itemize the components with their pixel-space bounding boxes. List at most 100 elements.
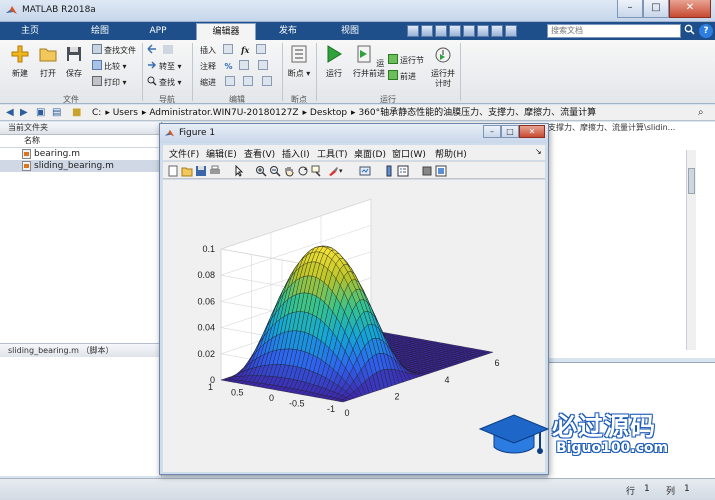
up-folder-icon[interactable]: ▣ — [36, 107, 45, 119]
save-figure-icon[interactable] — [195, 165, 207, 177]
x-tick-label: 4 — [444, 375, 449, 385]
forward-arrow-icon[interactable]: ▶ — [20, 107, 28, 119]
data-cursor-icon[interactable] — [311, 165, 323, 177]
copy-icon[interactable] — [435, 25, 447, 37]
compare-button[interactable]: 比较 ▾ — [92, 60, 127, 73]
path-segment[interactable]: 360°轴承静态性能的油膜压力、支撑力、摩擦力、流量计算 — [358, 108, 596, 118]
browse-folder-icon[interactable]: ▤ — [52, 107, 61, 119]
group-label-navigate: 导航 — [159, 95, 175, 104]
tab-plots[interactable]: 绘图 — [78, 23, 122, 40]
indent-button[interactable]: 缩进 — [200, 76, 274, 89]
tab-home[interactable]: 主页 — [8, 23, 52, 40]
run-and-time-button[interactable]: 运行并计时 — [428, 44, 458, 89]
search-documentation-input[interactable]: 搜索文档 — [547, 24, 681, 38]
redo-icon[interactable] — [477, 25, 489, 37]
print-button[interactable]: 打印 ▾ — [92, 76, 127, 89]
save-label: 保存 — [66, 69, 82, 78]
path-segment[interactable]: Desktop — [310, 108, 347, 118]
save-button[interactable]: 保存 — [62, 44, 86, 79]
open-file-icon[interactable] — [181, 165, 193, 177]
run-button[interactable]: 运行 — [321, 44, 347, 79]
path-segment[interactable]: C: — [92, 108, 101, 118]
path-breadcrumb[interactable]: C: ▸ Users ▸ Administrator.WIN7U-20180127Z… — [92, 107, 600, 119]
search-icon[interactable] — [684, 24, 697, 38]
menu-window[interactable]: 窗口(W) — [392, 147, 426, 160]
show-plot-tools-icon[interactable] — [435, 165, 447, 177]
menu-tools[interactable]: 工具(T) — [317, 147, 348, 160]
find-files-button[interactable]: 查找文件 — [92, 44, 136, 57]
tab-publish[interactable]: 发布 — [264, 23, 312, 40]
insert-button[interactable]: 插入 fx — [200, 44, 268, 57]
run-section-button[interactable]: 运行节 — [388, 54, 424, 67]
new-label: 新建 — [12, 69, 28, 78]
figure-minimize-button[interactable]: – — [483, 125, 501, 138]
figure-maximize-button[interactable]: □ — [501, 125, 519, 138]
advance-button[interactable]: 前进 — [388, 70, 416, 83]
file-row[interactable]: bearing.m — [0, 148, 161, 160]
find-button[interactable]: 查找 ▾ — [147, 76, 182, 89]
menu-desktop[interactable]: 桌面(D) — [354, 147, 386, 160]
goto-arrow-icon — [148, 61, 157, 69]
tab-apps[interactable]: APP — [136, 23, 180, 40]
y-tick-label: 0 — [269, 393, 274, 403]
link-plot-icon[interactable] — [359, 165, 371, 177]
path-search-icon[interactable]: ⌕ — [698, 107, 704, 119]
open-button[interactable]: 打开 — [36, 44, 60, 79]
figure-close-button[interactable]: ✕ — [519, 125, 545, 138]
paste-icon[interactable] — [449, 25, 461, 37]
cut-icon[interactable] — [421, 25, 433, 37]
menu-edit[interactable]: 编辑(E) — [206, 147, 237, 160]
scrollbar-thumb[interactable] — [688, 168, 695, 194]
file-name: sliding_bearing.m — [34, 161, 114, 171]
tab-editor[interactable]: 编辑器 — [196, 23, 256, 40]
hide-plot-tools-icon[interactable] — [421, 165, 433, 177]
group-label-breakpoints: 断点 — [291, 95, 307, 104]
matlab-logo-icon — [6, 6, 17, 14]
graduation-cap-logo — [478, 414, 550, 454]
back-forward-button[interactable] — [147, 44, 175, 57]
run-and-advance-button[interactable]: 运行并前进 — [352, 44, 386, 79]
menu-view[interactable]: 查看(V) — [244, 147, 275, 160]
editor-scrollbar[interactable] — [686, 150, 696, 350]
maximize-button[interactable]: □ — [643, 0, 669, 18]
menu-help[interactable]: 帮助(H) — [435, 147, 467, 160]
menu-file[interactable]: 文件(F) — [169, 147, 199, 160]
breakpoints-button[interactable]: 断点 ▾ — [287, 44, 311, 79]
stopwatch-icon — [435, 47, 451, 63]
figure-title-bar[interactable]: Figure 1 – □ ✕ — [160, 124, 548, 143]
close-button[interactable]: ✕ — [669, 0, 711, 18]
column-header-name[interactable]: 名称 — [0, 135, 161, 148]
menu-insert[interactable]: 插入(I) — [282, 147, 310, 160]
col-label: 列 — [666, 487, 676, 497]
y-tick-label: 1 — [208, 382, 213, 392]
zoom-in-icon[interactable] — [255, 165, 267, 177]
fx-button[interactable]: fx — [241, 45, 249, 55]
path-segment[interactable]: Users — [113, 108, 138, 118]
file-row[interactable]: sliding_bearing.m — [0, 160, 161, 172]
pointer-icon[interactable] — [233, 165, 245, 177]
rotate-3d-icon[interactable] — [297, 165, 309, 177]
pan-hand-icon[interactable] — [283, 165, 295, 177]
save-icon[interactable] — [407, 25, 419, 37]
menu-overflow-icon[interactable]: ↘ — [535, 147, 542, 156]
folder-icon — [39, 48, 57, 62]
new-figure-icon[interactable] — [167, 165, 179, 177]
tab-view[interactable]: 视图 — [326, 23, 374, 40]
back-arrow-icon[interactable]: ◀ — [6, 107, 14, 119]
switch-windows-icon[interactable] — [491, 25, 503, 37]
legend-icon[interactable] — [397, 165, 409, 177]
zoom-out-icon[interactable] — [269, 165, 281, 177]
brush-dropdown-icon[interactable]: ▾ — [339, 165, 351, 177]
undo-icon[interactable] — [463, 25, 475, 37]
minimize-button[interactable]: – — [617, 0, 643, 18]
new-button[interactable]: 新建 — [6, 44, 34, 79]
editor-ribbon: 新建 打开 保存 查找文件 比较 ▾ 打印 ▾ 文件 转至 ▾ 查找 ▾ 导航 … — [0, 40, 715, 104]
path-segment[interactable]: Administrator.WIN7U-20180127Z — [149, 108, 298, 118]
help-button[interactable]: ? — [699, 24, 713, 38]
help-icon[interactable] — [505, 25, 517, 37]
colorbar-icon[interactable] — [383, 165, 395, 177]
brush-icon[interactable] — [327, 165, 339, 177]
goto-button[interactable]: 转至 ▾ — [147, 60, 182, 73]
comment-button[interactable]: 注释 % — [200, 60, 270, 73]
print-figure-icon[interactable] — [209, 165, 221, 177]
